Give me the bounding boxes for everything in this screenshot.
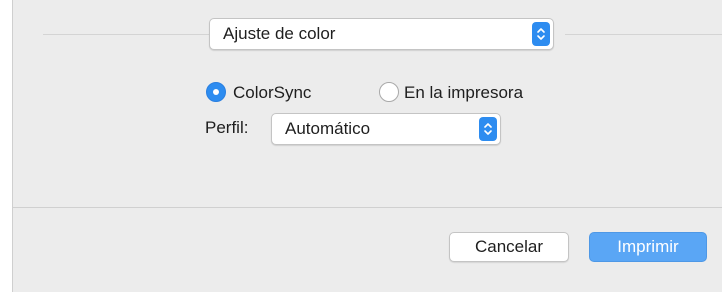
panel-select-popup[interactable]: Ajuste de color bbox=[209, 18, 554, 50]
chevron-up-down-icon bbox=[532, 22, 550, 46]
footer-divider bbox=[13, 207, 722, 208]
colorsync-radio[interactable] bbox=[206, 82, 226, 102]
chevron-up-down-icon bbox=[479, 117, 497, 141]
profile-select-value: Automático bbox=[285, 119, 371, 138]
section-divider-right bbox=[565, 34, 722, 35]
printer-radio-label[interactable]: En la impresora bbox=[404, 83, 523, 103]
colorsync-radio-label[interactable]: ColorSync bbox=[233, 83, 311, 103]
section-divider-left bbox=[43, 34, 211, 35]
panel-select-value: Ajuste de color bbox=[223, 24, 336, 43]
print-button[interactable]: Imprimir bbox=[589, 232, 707, 262]
printer-radio[interactable] bbox=[379, 82, 399, 102]
print-dialog: Ajuste de color ColorSync En la impresor… bbox=[12, 0, 722, 292]
cancel-button[interactable]: Cancelar bbox=[449, 232, 569, 262]
profile-select-popup[interactable]: Automático bbox=[271, 113, 501, 145]
profile-label: Perfil: bbox=[205, 118, 249, 137]
